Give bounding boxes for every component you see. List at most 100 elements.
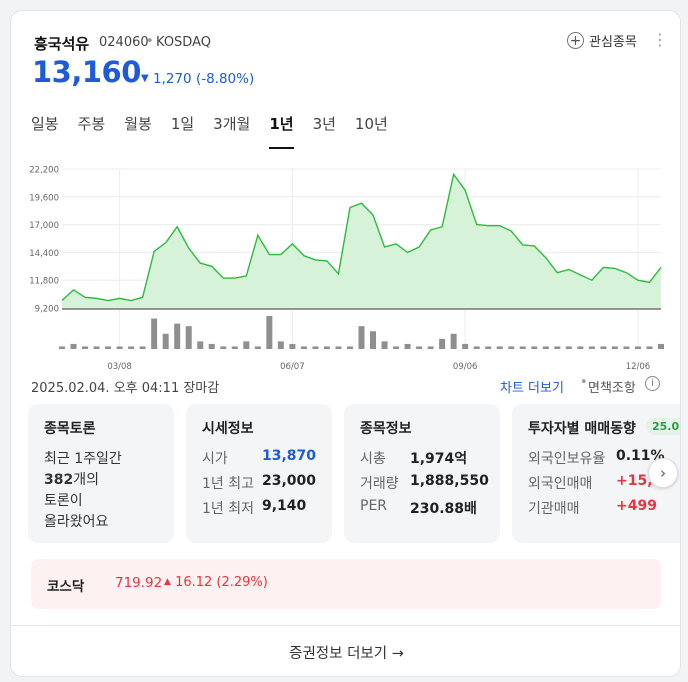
market-cap-value: 1,974억: [410, 451, 468, 467]
volume-bar: [588, 346, 595, 349]
volume-bar: [416, 346, 423, 349]
volume-bar: [623, 346, 630, 349]
y-tick-label: 14,400: [29, 249, 59, 259]
volume-bar: [542, 346, 549, 349]
discussion-line: 올라왔어요: [44, 514, 109, 530]
tab-10year[interactable]: 10년: [355, 113, 388, 149]
y-tick-label: 11,800: [29, 277, 59, 287]
volume-bar: [289, 343, 296, 349]
change-amount: 1,270: [153, 71, 192, 87]
volume-bar: [93, 346, 100, 349]
per-label: PER: [360, 498, 388, 514]
volume-bar: [358, 326, 365, 349]
index-name: 코스닥: [47, 579, 85, 595]
down-arrow-icon: ▼: [141, 73, 149, 84]
more-stock-info-link[interactable]: 증권정보 더보기 →: [11, 626, 680, 676]
volume-bar: [600, 346, 607, 349]
next-arrow-icon[interactable]: ›: [648, 458, 678, 488]
volume-bar: [531, 346, 538, 349]
footer-label: 증권정보 더보기 →: [289, 645, 404, 662]
stock-name[interactable]: 흥국석유: [34, 33, 89, 54]
volume-label: 거래량: [360, 476, 399, 492]
market-cap-label: 시총: [360, 451, 386, 467]
volume-bar: [231, 346, 238, 349]
info-icon[interactable]: i: [645, 376, 660, 391]
kosdaq-index-bar[interactable]: 코스닥 719.92 ▲ 16.12 (2.29%): [31, 559, 661, 609]
discussion-unit: 개의: [73, 472, 99, 488]
open-label: 시가: [202, 451, 228, 467]
panel-title: 종목정보: [360, 421, 412, 437]
volume-bar: [565, 346, 572, 349]
price-area: [62, 174, 661, 308]
tab-1day[interactable]: 1일: [171, 113, 194, 149]
volume-bar: [185, 326, 192, 349]
discussion-panel[interactable]: 종목토론 최근 1주일간 382개의 토론이 올라왔어요: [28, 404, 174, 543]
volume-bar: [427, 346, 434, 349]
index-change-value: 16.12 (2.29%): [175, 575, 268, 590]
volume-bar: [151, 318, 158, 349]
volume-bar: [404, 343, 411, 349]
y-tick-label: 17,000: [29, 221, 59, 231]
tab-1year[interactable]: 1년: [269, 113, 294, 149]
tab-monthly[interactable]: 월봉: [124, 113, 152, 149]
volume-bar: [519, 346, 526, 349]
more-options-icon[interactable]: ⋮: [652, 31, 668, 49]
volume-bar: [346, 346, 353, 349]
volume-bar: [139, 346, 146, 349]
volume-bar: [462, 343, 469, 349]
volume-bar: [220, 346, 227, 349]
market-close-time: 2025.02.04. 오후 04:11 장마감: [31, 381, 220, 396]
institution-trade-label: 기관매매: [528, 501, 580, 517]
foreign-trade-value: +15,: [616, 473, 653, 489]
volume-bar: [370, 331, 377, 349]
year-low-value: 9,140: [262, 498, 307, 514]
tab-daily[interactable]: 일봉: [31, 113, 59, 149]
current-price: 13,160: [32, 55, 141, 89]
volume-bar: [496, 346, 503, 349]
market-name: KOSDAQ: [156, 35, 211, 50]
separator-dot: •: [146, 34, 154, 49]
volume-bar: [266, 316, 273, 349]
tab-3year[interactable]: 3년: [313, 113, 336, 149]
foreign-trade-label: 외국인매매: [528, 476, 593, 492]
y-tick-label: 19,600: [29, 193, 59, 203]
index-change: ▲ 16.12 (2.29%): [164, 575, 268, 590]
institution-trade-value: +499: [616, 498, 657, 514]
stock-info-panel[interactable]: 종목정보 시총 1,974억 거래량 1,888,550 PER 230.88배: [344, 404, 500, 543]
volume-bar: [208, 343, 215, 349]
volume-bar: [658, 343, 664, 349]
tab-weekly[interactable]: 주봉: [78, 113, 106, 149]
volume-bar: [393, 346, 400, 349]
tab-3month[interactable]: 3개월: [213, 113, 250, 149]
volume-bar: [300, 346, 307, 349]
favorite-button[interactable]: + 관심종목: [567, 31, 637, 50]
price-chart[interactable]: 22,200 19,600 17,000 14,400 11,800 9,200 03/08…: [11, 161, 681, 371]
date-badge: 25.02.: [646, 418, 680, 435]
chart-more-link[interactable]: 차트 더보기: [500, 377, 564, 396]
discussion-line: 최근 1주일간: [44, 451, 122, 467]
x-tick-label: 06/07: [280, 362, 305, 371]
x-tick-label: 03/08: [107, 362, 132, 371]
volume-bar: [162, 333, 169, 349]
quote-panel[interactable]: 시세정보 시가 13,870 1년 최고 23,000 1년 최저 9,140: [186, 404, 332, 543]
x-tick-label: 09/06: [453, 362, 478, 371]
disclaimer-link[interactable]: 면책조항: [588, 377, 636, 396]
year-high-label: 1년 최고: [202, 476, 254, 492]
volume-bar: [646, 346, 653, 349]
volume-bar: [473, 346, 480, 349]
volume-bar: [611, 346, 618, 349]
volume-bar: [116, 346, 123, 349]
volume-bar: [174, 323, 181, 349]
favorite-label: 관심종목: [589, 35, 637, 50]
volume-bar: [128, 346, 135, 349]
stock-code: 024060: [99, 35, 149, 50]
volume-bar: [254, 346, 261, 349]
period-tabs: 일봉 주봉 월봉 1일 3개월 1년 3년 10년: [31, 113, 407, 149]
volume-bar: [105, 346, 112, 349]
year-low-label: 1년 최저: [202, 501, 254, 517]
volume-bar: [554, 346, 561, 349]
volume-bar: [485, 346, 492, 349]
volume-bar: [277, 341, 284, 349]
stock-card: 흥국석유 024060 • KOSDAQ + 관심종목 ⋮ 13,160 ▼ 1…: [10, 10, 681, 677]
year-high-value: 23,000: [262, 473, 317, 489]
